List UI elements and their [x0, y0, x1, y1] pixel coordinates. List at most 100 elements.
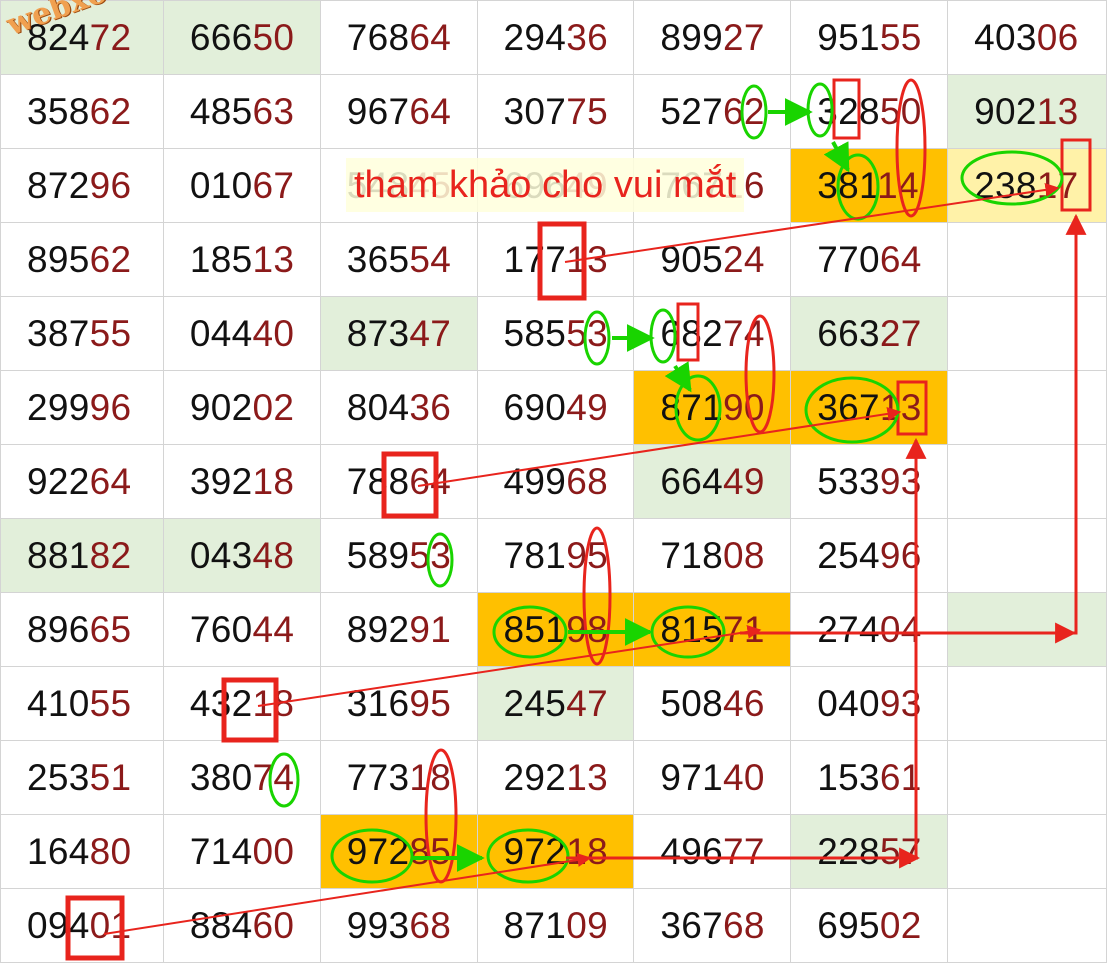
- table-row: 89665 76044 89291 85198 81571 27404: [0, 592, 1107, 667]
- result-cell: 04440: [162, 296, 321, 371]
- result-cell: 89291: [319, 592, 478, 667]
- result-cell: 49968: [476, 444, 635, 519]
- result-cell: [947, 592, 1107, 667]
- result-number: 87109: [503, 904, 608, 946]
- result-number: 69502: [817, 904, 922, 946]
- result-number: 66650: [189, 16, 295, 58]
- result-cell: 66650: [162, 0, 321, 75]
- result-cell: 38755: [0, 296, 164, 371]
- result-number: 87296: [27, 164, 132, 206]
- result-cell: 90213: [947, 74, 1107, 149]
- result-number: 01067: [189, 164, 295, 206]
- result-number: 76864: [346, 16, 452, 58]
- result-cell: [947, 666, 1107, 741]
- result-cell: 16480: [0, 814, 164, 889]
- result-number: 71808: [660, 534, 765, 576]
- result-number: 87190: [660, 386, 765, 428]
- result-number: 38114: [817, 164, 919, 206]
- result-number: 66449: [660, 460, 765, 502]
- result-cell: 17713: [476, 222, 635, 297]
- result-number: 36768: [660, 904, 765, 946]
- result-number: 36713: [817, 386, 922, 428]
- result-number: 58953: [346, 534, 452, 576]
- result-cell: 77318: [319, 740, 478, 815]
- result-cell: [947, 888, 1107, 963]
- result-cell: 87296: [0, 148, 164, 223]
- result-number: 29436: [503, 16, 608, 58]
- result-number: 89927: [660, 16, 765, 58]
- result-number: 32850: [817, 90, 922, 132]
- result-cell: 90202: [162, 370, 321, 445]
- result-cell: 89562: [0, 222, 164, 297]
- result-cell: 58553: [476, 296, 635, 371]
- result-cell: 76044: [162, 592, 321, 667]
- result-number: 30775: [503, 90, 608, 132]
- result-cell: 87109: [476, 888, 635, 963]
- result-cell: 88182: [0, 518, 164, 593]
- result-cell: 90524: [633, 222, 792, 297]
- result-number: 50846: [660, 682, 765, 724]
- result-number: 22857: [817, 830, 922, 872]
- result-number: 96764: [346, 90, 452, 132]
- result-number: 31695: [346, 682, 452, 724]
- result-cell: 23817: [947, 148, 1107, 223]
- result-cell: 76864: [319, 0, 478, 75]
- result-cell: 78195: [476, 518, 635, 593]
- result-number: 97140: [660, 756, 765, 798]
- result-cell: 15361: [790, 740, 949, 815]
- result-cell: 29213: [476, 740, 635, 815]
- result-number: 77318: [346, 756, 452, 798]
- table-row: 25351 38074 77318 29213 97140 15361: [0, 740, 1107, 815]
- result-cell: 66327: [790, 296, 949, 371]
- result-cell: 89927: [633, 0, 792, 75]
- result-cell: 97140: [633, 740, 792, 815]
- result-cell: [947, 740, 1107, 815]
- result-number: 43218: [189, 682, 295, 724]
- result-cell: 04348: [162, 518, 321, 593]
- result-cell: 66449: [633, 444, 792, 519]
- result-number: 48563: [189, 90, 295, 132]
- result-cell: 81571: [633, 592, 792, 667]
- result-number: 71400: [189, 830, 295, 872]
- result-cell: 36768: [633, 888, 792, 963]
- result-number: 36554: [346, 238, 452, 280]
- result-number: 88182: [27, 534, 132, 576]
- result-cell: 78864: [319, 444, 478, 519]
- result-cell: [947, 222, 1107, 297]
- result-cell: 36713: [790, 370, 949, 445]
- result-cell: 25496: [790, 518, 949, 593]
- table-row: 82472 66650 76864 29436 89927 95155 40306: [0, 0, 1107, 75]
- table-row: 38755 04440 87347 58553 68274 66327: [0, 296, 1107, 371]
- result-cell: 99368: [319, 888, 478, 963]
- result-cell: 35862: [0, 74, 164, 149]
- result-cell: 69502: [790, 888, 949, 963]
- result-number: 58553: [503, 312, 608, 354]
- result-number: 95155: [817, 16, 922, 58]
- result-cell: 87347: [319, 296, 478, 371]
- result-cell: [947, 814, 1107, 889]
- result-number: 99368: [346, 904, 452, 946]
- table-row: 41055 43218 31695 24547 50846 04093: [0, 666, 1107, 741]
- result-number: 89665: [27, 608, 132, 650]
- result-cell: 43218: [162, 666, 321, 741]
- result-cell: [947, 518, 1107, 593]
- result-number: 92264: [27, 460, 132, 502]
- result-cell: 18513: [162, 222, 321, 297]
- result-number: 78195: [503, 534, 608, 576]
- result-number: 38074: [189, 756, 295, 798]
- result-number: 89562: [27, 238, 132, 280]
- result-cell: 36554: [319, 222, 478, 297]
- result-number: 16480: [27, 830, 132, 872]
- result-cell: 95155: [790, 0, 949, 75]
- result-cell: 32850: [790, 74, 949, 149]
- result-number: 04440: [189, 312, 295, 354]
- result-number: 15361: [817, 756, 922, 798]
- result-cell: 48563: [162, 74, 321, 149]
- result-number: 69049: [503, 386, 608, 428]
- result-cell: 31695: [319, 666, 478, 741]
- result-number: 17713: [503, 238, 608, 280]
- table-row: 88182 04348 58953 78195 71808 25496: [0, 518, 1107, 593]
- result-cell: 24547: [476, 666, 635, 741]
- result-number: 88460: [189, 904, 295, 946]
- result-number: 90213: [974, 90, 1079, 132]
